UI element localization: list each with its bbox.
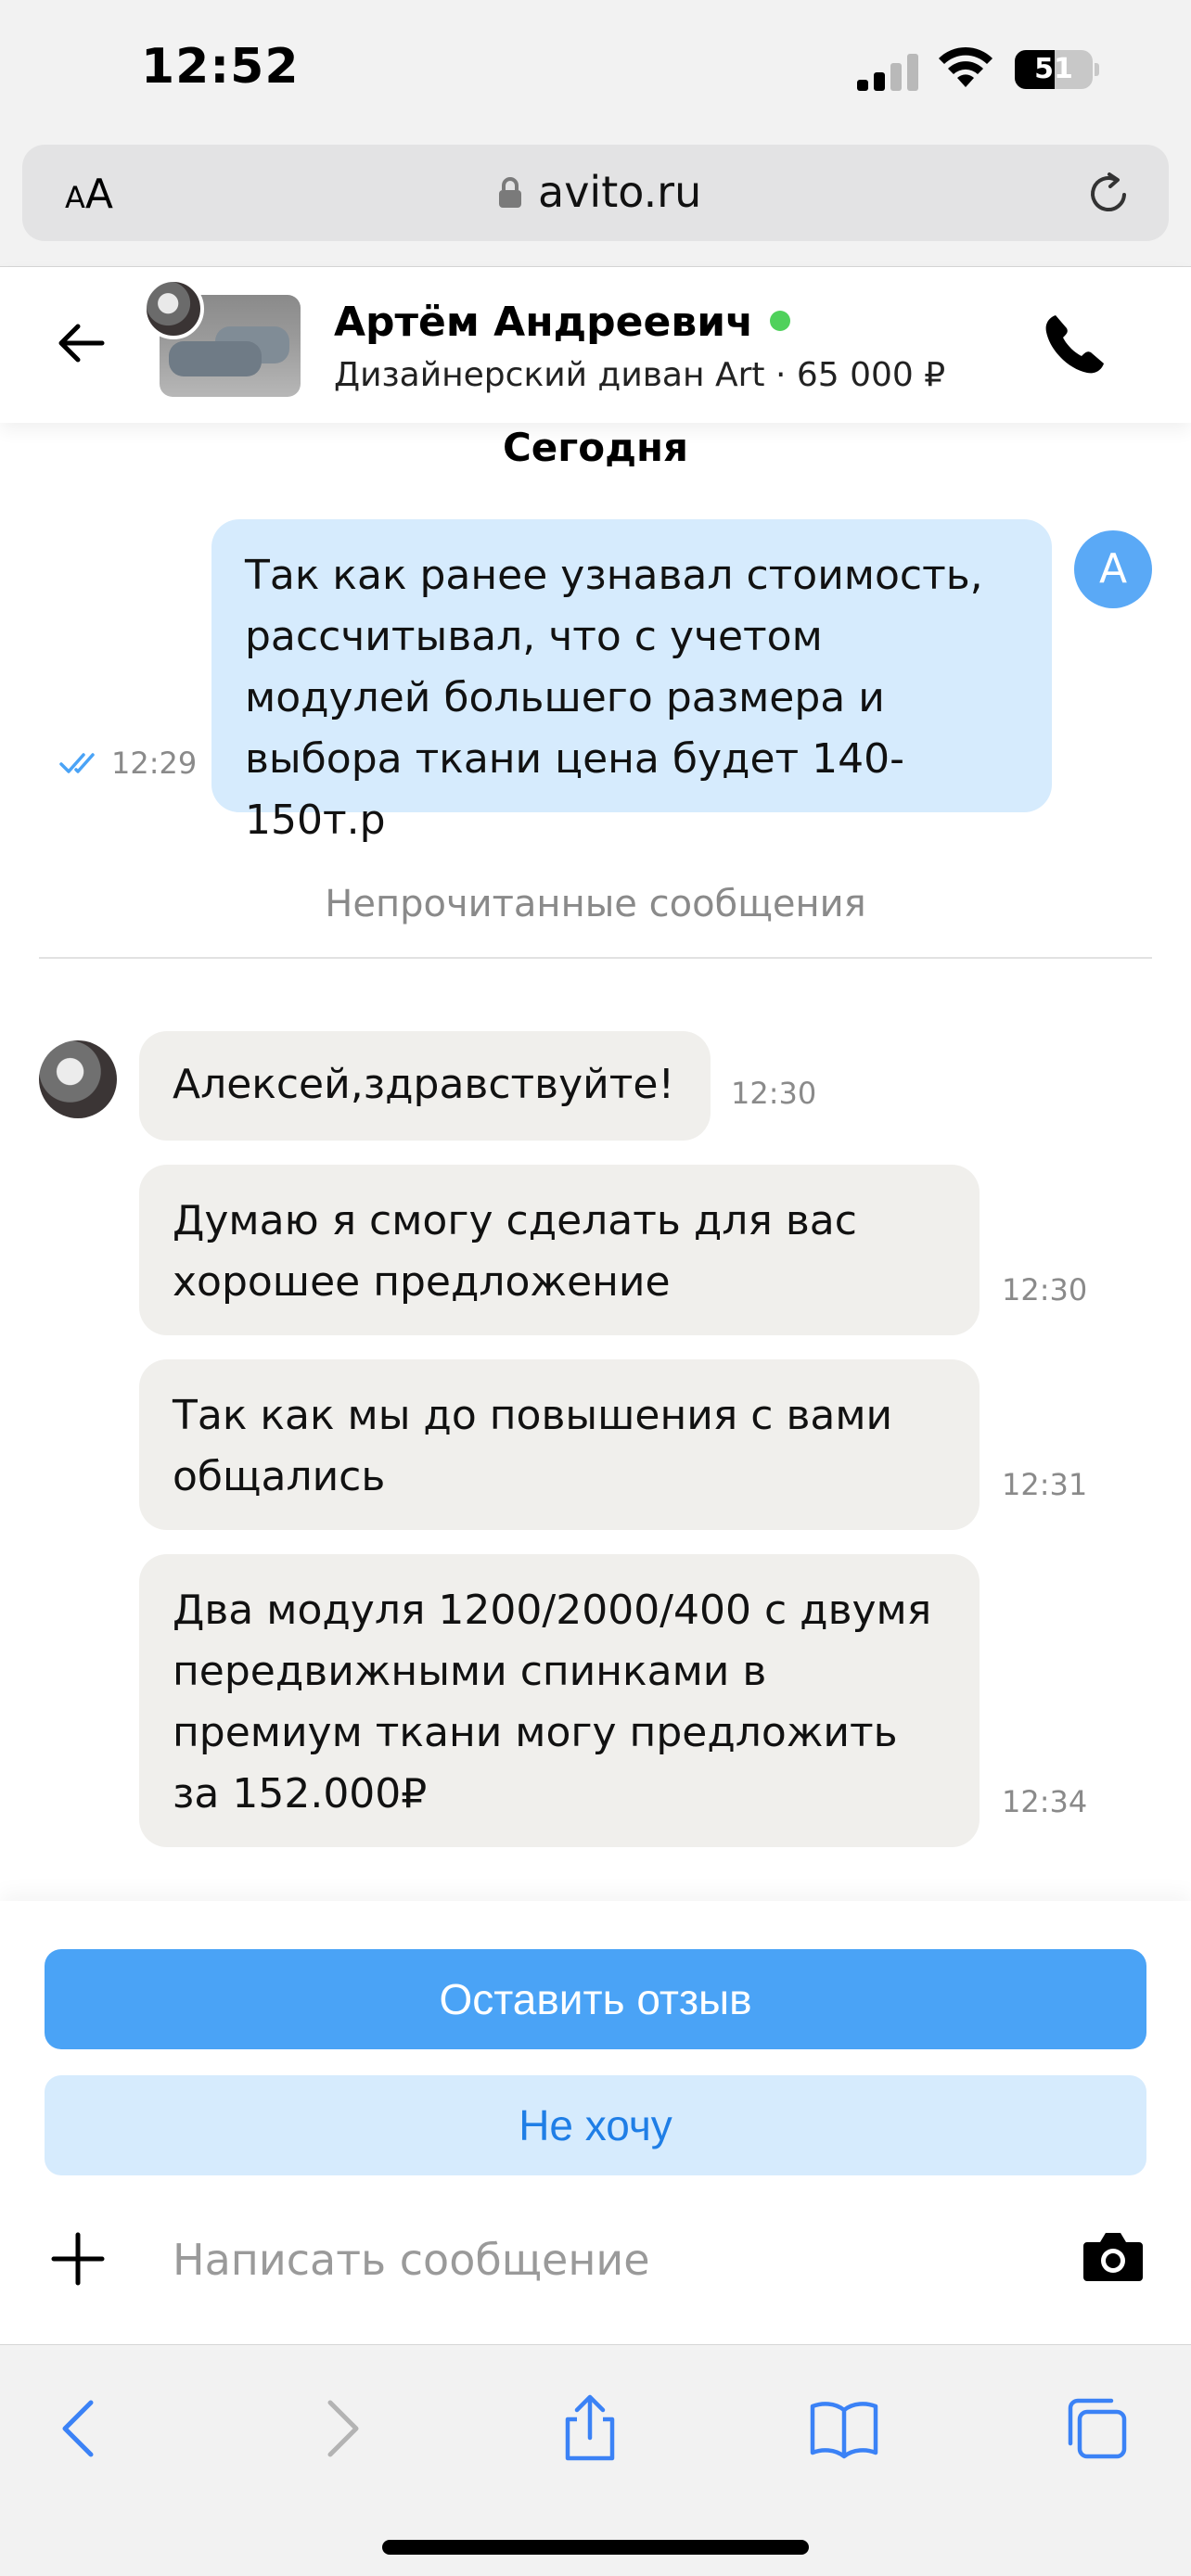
phone-icon[interactable] xyxy=(1039,310,1109,380)
home-indicator xyxy=(382,2540,809,2555)
camera-icon[interactable] xyxy=(1082,2227,1145,2285)
battery-level: 51 xyxy=(1034,53,1073,85)
status-time: 12:52 xyxy=(141,39,300,95)
url-text[interactable]: avito.ru xyxy=(538,167,701,217)
message-time: 12:30 xyxy=(1002,1272,1088,1307)
message-input[interactable] xyxy=(173,2227,1007,2292)
browser-forward-icon[interactable] xyxy=(302,2391,377,2466)
incoming-message[interactable]: Думаю я смогу сделать для вас хорошее пр… xyxy=(139,1165,980,1335)
chat-header: Артём Андреевич Дизайнерский диван Art ·… xyxy=(0,267,1191,423)
plus-icon[interactable] xyxy=(50,2231,106,2287)
arrow-left-icon[interactable] xyxy=(52,313,111,373)
message-time: 12:31 xyxy=(1002,1467,1088,1502)
item-title-price[interactable]: Дизайнерский диван Art · 65 000 ₽ xyxy=(334,356,945,394)
message-time: 12:30 xyxy=(731,1076,817,1111)
leave-review-button[interactable]: Оставить отзыв xyxy=(45,1949,1146,2049)
text-size-button[interactable]: AA xyxy=(65,171,113,218)
seller-avatar xyxy=(143,278,204,339)
unread-divider-line xyxy=(39,957,1152,959)
seller-message-avatar xyxy=(39,1040,117,1118)
seller-name[interactable]: Артём Андреевич xyxy=(334,299,791,346)
decline-button[interactable]: Не хочу xyxy=(45,2075,1146,2175)
unread-messages-label: Непрочитанные сообщения xyxy=(325,883,866,925)
address-bar[interactable]: AA avito.ru xyxy=(22,145,1169,241)
message-time: 12:29 xyxy=(111,746,198,781)
status-bar: 12:52 51 xyxy=(0,0,1191,139)
online-status-icon xyxy=(770,311,791,331)
outgoing-message[interactable]: Так как ранее узнавал стоимость, рассчит… xyxy=(211,519,1052,844)
day-separator: Сегодня xyxy=(502,425,688,470)
cellular-signal-icon xyxy=(857,54,920,91)
bookmarks-icon[interactable] xyxy=(807,2391,881,2466)
browser-toolbar xyxy=(0,2344,1191,2576)
message-time: 12:34 xyxy=(1002,1784,1088,1819)
incoming-message[interactable]: Так как мы до повышения с вами общались xyxy=(139,1359,980,1530)
share-icon[interactable] xyxy=(553,2391,627,2466)
wifi-icon xyxy=(939,46,992,87)
incoming-message[interactable]: Два модуля 1200/2000/400 с двумя передви… xyxy=(139,1554,980,1847)
browser-back-icon[interactable] xyxy=(45,2391,119,2466)
double-check-icon xyxy=(59,753,95,773)
tabs-icon[interactable] xyxy=(1059,2391,1133,2466)
battery-icon: 51 xyxy=(1015,50,1099,89)
lock-icon xyxy=(499,177,521,208)
action-panel: Оставить отзыв Не хочу xyxy=(0,1901,1191,2344)
incoming-message[interactable]: Алексей,здравствуйте! xyxy=(139,1031,711,1141)
my-avatar: A xyxy=(1074,530,1152,608)
reload-icon[interactable] xyxy=(1083,167,1135,219)
